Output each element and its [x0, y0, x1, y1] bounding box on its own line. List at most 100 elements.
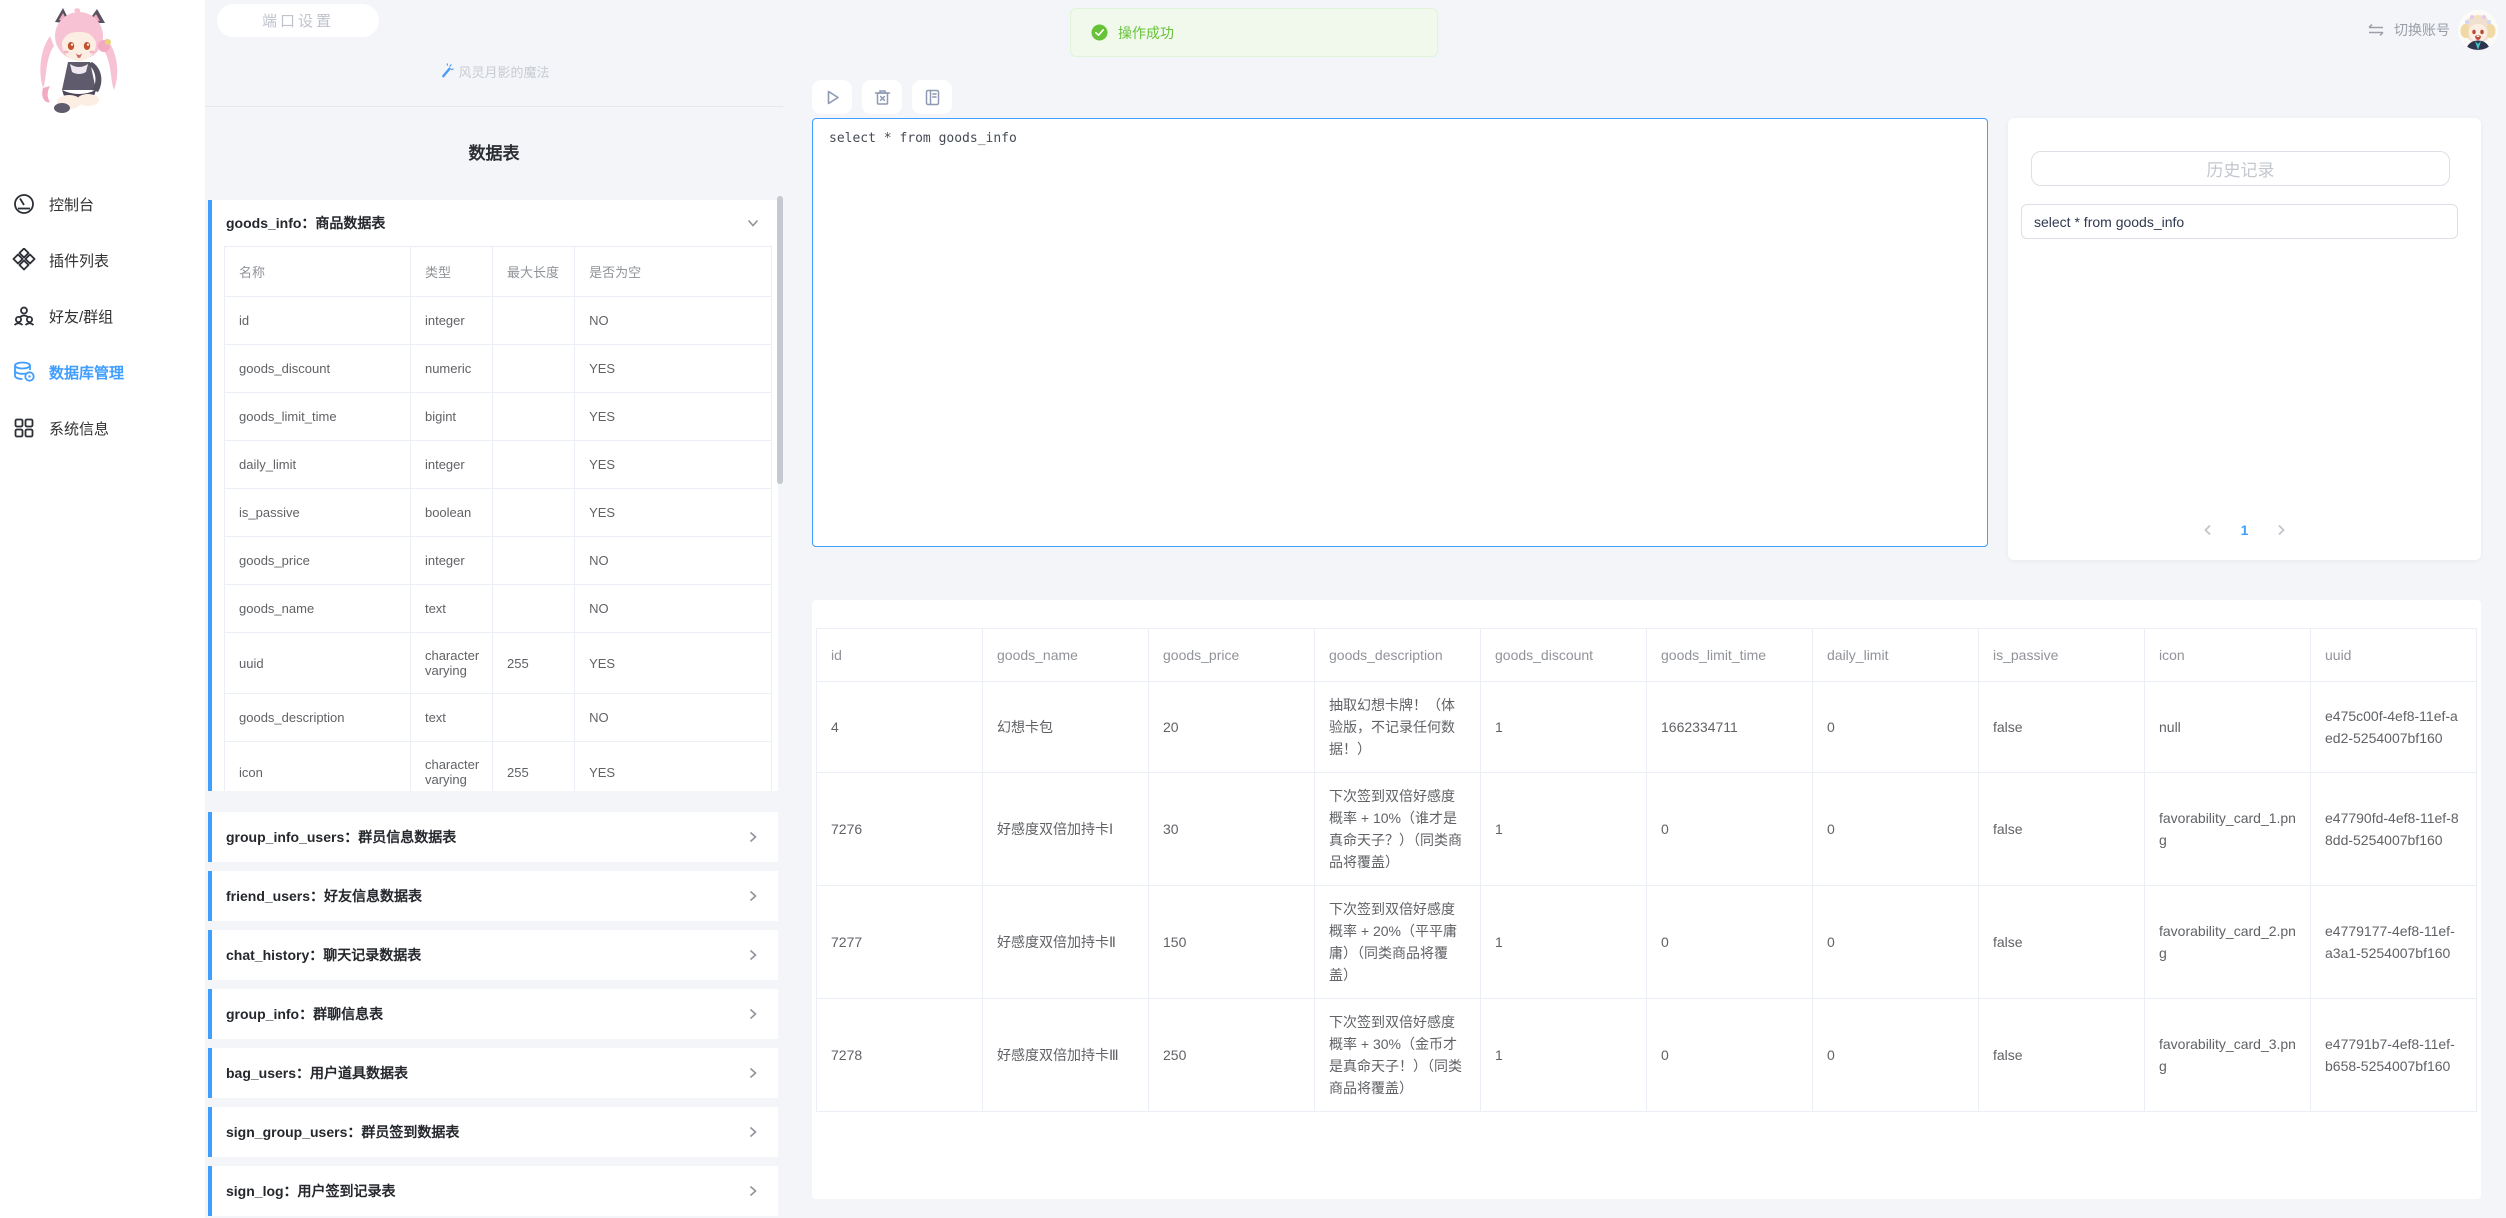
- chevron-right-icon: [744, 887, 762, 905]
- cell-icon: favorability_card_1.png: [2145, 773, 2311, 886]
- sidebar-item-system-info[interactable]: 系统信息: [0, 400, 205, 456]
- schema-cell-type: text: [410, 694, 492, 742]
- check-circle-icon: [1091, 24, 1108, 41]
- clear-button[interactable]: [862, 80, 902, 114]
- table-card-goods-info: goods_info：商品数据表 名称类型最大长度是否为空 id integer: [208, 200, 778, 791]
- app-window: 控制台 插件列表 好: [0, 0, 2506, 1218]
- sql-editor[interactable]: select * from goods_info: [812, 118, 1988, 547]
- cell-daily-limit: 0: [1813, 773, 1979, 886]
- cell-goods-limit-time: 0: [1647, 999, 1813, 1112]
- results-header-cell: daily_limit: [1813, 629, 1979, 682]
- schema-cell-nullable: YES: [575, 489, 772, 537]
- schema-row: goods_discount numeric YES: [225, 345, 772, 393]
- play-icon: [823, 88, 842, 107]
- results-row: 7277 好感度双倍加持卡Ⅱ 150 下次签到双倍好感度概率 + 20%（平平庸…: [817, 886, 2477, 999]
- table-card-collapsed[interactable]: group_info：群聊信息表: [208, 989, 778, 1039]
- cell-goods-description: 下次签到双倍好感度概率 + 10%（谁才是真命天子？）（同类商品将覆盖）: [1315, 773, 1481, 886]
- schema-cell-name: uuid: [225, 633, 411, 694]
- schema-cell-maxlen: [493, 297, 575, 345]
- schema-cell-type: text: [410, 585, 492, 633]
- sidebar-item-plugins[interactable]: 插件列表: [0, 232, 205, 288]
- cell-goods-name: 好感度双倍加持卡Ⅱ: [983, 886, 1149, 999]
- sidebar-item-console[interactable]: 控制台: [0, 176, 205, 232]
- cell-goods-price: 20: [1149, 682, 1315, 773]
- results-row: 4 幻想卡包 20 抽取幻想卡牌！（体验版，不记录任何数据！） 1 166233…: [817, 682, 2477, 773]
- history-item[interactable]: select * from goods_info: [2021, 204, 2458, 239]
- table-card-header[interactable]: goods_info：商品数据表: [212, 200, 778, 246]
- history-panel: 历史记录 select * from goods_info 1: [2008, 118, 2481, 560]
- schema-cell-type: character varying: [410, 742, 492, 792]
- schema-header-cell: 类型: [410, 247, 492, 297]
- editor-toolbar: [812, 80, 952, 114]
- schema-cell-maxlen: 255: [493, 742, 575, 792]
- schema-cell-maxlen: 255: [493, 633, 575, 694]
- cell-goods-limit-time: 0: [1647, 886, 1813, 999]
- next-page-arrow[interactable]: [2274, 523, 2288, 537]
- mascot-logo: [26, 6, 130, 120]
- chevron-right-icon: [744, 1005, 762, 1023]
- table-card-collapsed[interactable]: sign_log：用户签到记录表: [208, 1166, 778, 1216]
- schema-cell-maxlen: [493, 694, 575, 742]
- table-card-title: bag_users：用户道具数据表: [226, 1063, 408, 1083]
- schema-row: daily_limit integer YES: [225, 441, 772, 489]
- results-header-cell: id: [817, 629, 983, 682]
- table-card-title: group_info：群聊信息表: [226, 1004, 383, 1024]
- table-card-collapsed[interactable]: sign_group_users：群员签到数据表: [208, 1107, 778, 1157]
- schema-header-cell: 是否为空: [575, 247, 772, 297]
- schema-row: uuid character varying 255 YES: [225, 633, 772, 694]
- table-card-collapsed[interactable]: bag_users：用户道具数据表: [208, 1048, 778, 1098]
- sidebar-item-label: 好友/群组: [49, 306, 113, 327]
- cell-is-passive: false: [1979, 682, 2145, 773]
- table-card-collapsed[interactable]: friend_users：好友信息数据表: [208, 871, 778, 921]
- cell-goods-name: 幻想卡包: [983, 682, 1149, 773]
- user-avatar[interactable]: [2458, 10, 2498, 50]
- table-card-collapsed[interactable]: chat_history：聊天记录数据表: [208, 930, 778, 980]
- schema-cell-nullable: YES: [575, 393, 772, 441]
- panel-scrollbar-thumb[interactable]: [777, 196, 783, 484]
- schema-cell-type: integer: [410, 537, 492, 585]
- chevron-right-icon: [744, 1123, 762, 1141]
- magic-label: 风灵月影的魔法: [205, 62, 783, 81]
- results-row: 7276 好感度双倍加持卡Ⅰ 30 下次签到双倍好感度概率 + 10%（谁才是真…: [817, 773, 2477, 886]
- sidebar-item-friends-groups[interactable]: 好友/群组: [0, 288, 205, 344]
- cell-goods-limit-time: 1662334711: [1647, 682, 1813, 773]
- prev-page-arrow[interactable]: [2201, 523, 2215, 537]
- trash-x-icon: [873, 88, 892, 107]
- schema-cell-name: goods_limit_time: [225, 393, 411, 441]
- page-number[interactable]: 1: [2241, 522, 2249, 538]
- cell-goods-price: 250: [1149, 999, 1315, 1112]
- schema-cell-nullable: NO: [575, 537, 772, 585]
- schema-header-cell: 最大长度: [493, 247, 575, 297]
- results-panel: idgoods_namegoods_pricegoods_description…: [812, 600, 2481, 1199]
- sidebar-item-database[interactable]: 数据库管理: [0, 344, 205, 400]
- cell-uuid: e47790fd-4ef8-11ef-88dd-5254007bf160: [2311, 773, 2477, 886]
- history-journal-button[interactable]: [912, 80, 952, 114]
- schema-header-cell: 名称: [225, 247, 411, 297]
- results-header-cell: goods_discount: [1481, 629, 1647, 682]
- chevron-left-icon: [2201, 523, 2215, 537]
- results-header-cell: goods_description: [1315, 629, 1481, 682]
- table-card-title: sign_log：用户签到记录表: [226, 1181, 396, 1201]
- cell-goods-price: 150: [1149, 886, 1315, 999]
- table-card-title: friend_users：好友信息数据表: [226, 886, 422, 906]
- sidebar-item-label: 插件列表: [49, 250, 109, 271]
- schema-cell-type: integer: [410, 441, 492, 489]
- results-header-cell: is_passive: [1979, 629, 2145, 682]
- cell-icon: favorability_card_2.png: [2145, 886, 2311, 999]
- cell-icon: favorability_card_3.png: [2145, 999, 2311, 1112]
- table-card-collapsed[interactable]: group_info_users：群员信息数据表: [208, 812, 778, 862]
- database-icon: [12, 360, 36, 384]
- cell-is-passive: false: [1979, 773, 2145, 886]
- schema-cell-name: icon: [225, 742, 411, 792]
- account-switcher[interactable]: 切换账号: [2366, 10, 2498, 50]
- port-settings-button[interactable]: 端口设置: [217, 4, 379, 37]
- schema-cell-maxlen: [493, 393, 575, 441]
- cell-is-passive: false: [1979, 886, 2145, 999]
- cell-uuid: e4779177-4ef8-11ef-a3a1-5254007bf160: [2311, 886, 2477, 999]
- table-card-title: sign_group_users：群员签到数据表: [226, 1122, 459, 1142]
- run-query-button[interactable]: [812, 80, 852, 114]
- schema-row: goods_name text NO: [225, 585, 772, 633]
- cell-goods-description: 下次签到双倍好感度概率 + 20%（平平庸庸）（同类商品将覆盖）: [1315, 886, 1481, 999]
- schema-cell-name: id: [225, 297, 411, 345]
- chevron-right-icon: [2274, 523, 2288, 537]
